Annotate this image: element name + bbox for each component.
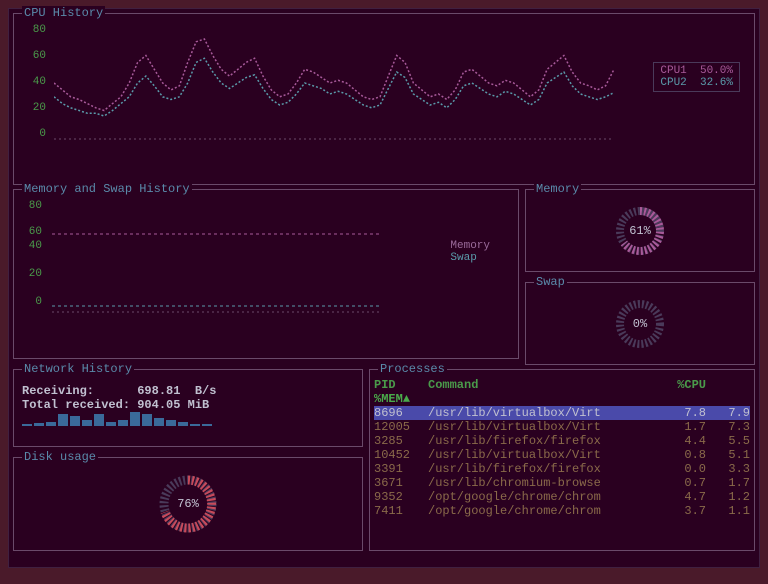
mem-chart-svg bbox=[52, 206, 382, 326]
memory-history-panel: Memory and Swap History 80 60 40 20 0 Me… bbox=[13, 189, 519, 359]
processes-panel: Processes PID Command %CPU %MEM▲ 8696/us… bbox=[369, 369, 755, 551]
cpu-chart: 80 60 40 20 0 CPU1 50.0% CPU2 32.6% bbox=[26, 20, 746, 170]
table-row[interactable]: 3391/usr/lib/firefox/firefox0.03.3 bbox=[374, 462, 750, 476]
table-row[interactable]: 3285/usr/lib/firefox/firefox4.45.5 bbox=[374, 434, 750, 448]
cpu-history-title: CPU History bbox=[22, 6, 105, 20]
network-history-panel: Network History Receiving: 698.81 B/s To… bbox=[13, 369, 363, 447]
mem-legend: Memory Swap bbox=[450, 240, 490, 264]
col-cpu[interactable]: %CPU bbox=[668, 378, 706, 392]
cpu-baseline bbox=[54, 138, 614, 146]
mem-y-axis: 80 60 40 20 0 bbox=[22, 196, 46, 346]
memory-gauge-panel: Memory 61% bbox=[525, 189, 755, 272]
col-command[interactable]: Command bbox=[428, 378, 668, 392]
cpu-legend: CPU1 50.0% CPU2 32.6% bbox=[653, 62, 740, 92]
processes-title: Processes bbox=[378, 362, 447, 376]
disk-usage-title: Disk usage bbox=[22, 450, 98, 464]
swap-gauge-value: 0% bbox=[633, 317, 647, 331]
table-row[interactable]: 8696/usr/lib/virtualbox/Virt7.87.9 bbox=[374, 406, 750, 420]
processes-header[interactable]: PID Command %CPU bbox=[374, 378, 750, 392]
swap-gauge-panel: Swap 0% bbox=[525, 282, 755, 365]
table-row[interactable]: 10452/usr/lib/virtualbox/Virt0.85.1 bbox=[374, 448, 750, 462]
network-total: Total received: 904.05 MiB bbox=[22, 398, 354, 412]
processes-sort[interactable]: %MEM▲ bbox=[374, 392, 750, 406]
memory-history-title: Memory and Swap History bbox=[22, 182, 192, 196]
swap-gauge-title: Swap bbox=[534, 275, 567, 289]
table-row[interactable]: 9352/opt/google/chrome/chrom4.71.2 bbox=[374, 490, 750, 504]
memory-gauge-value: 61% bbox=[629, 224, 651, 238]
terminal-root: CPU History 80 60 40 20 0 CPU1 50.0% CPU… bbox=[8, 8, 760, 568]
disk-gauge-value: 76% bbox=[177, 497, 199, 511]
memory-gauge-title: Memory bbox=[534, 182, 581, 196]
col-pid[interactable]: PID bbox=[374, 378, 428, 392]
table-row[interactable]: 7411/opt/google/chrome/chrom3.71.1 bbox=[374, 504, 750, 518]
network-receiving: Receiving: 698.81 B/s bbox=[22, 384, 354, 398]
table-row[interactable]: 12005/usr/lib/virtualbox/Virt1.77.3 bbox=[374, 420, 750, 434]
processes-body: 8696/usr/lib/virtualbox/Virt7.87.912005/… bbox=[374, 406, 750, 518]
cpu-y-axis: 80 60 40 20 0 bbox=[26, 20, 50, 170]
cpu-history-panel: CPU History 80 60 40 20 0 CPU1 50.0% CPU… bbox=[13, 13, 755, 185]
table-row[interactable]: 3671/usr/lib/chromium-browse0.71.7 bbox=[374, 476, 750, 490]
disk-usage-panel: Disk usage 76% bbox=[13, 457, 363, 551]
cpu-chart-svg bbox=[54, 28, 614, 138]
network-bars bbox=[22, 414, 354, 426]
network-history-title: Network History bbox=[22, 362, 134, 376]
